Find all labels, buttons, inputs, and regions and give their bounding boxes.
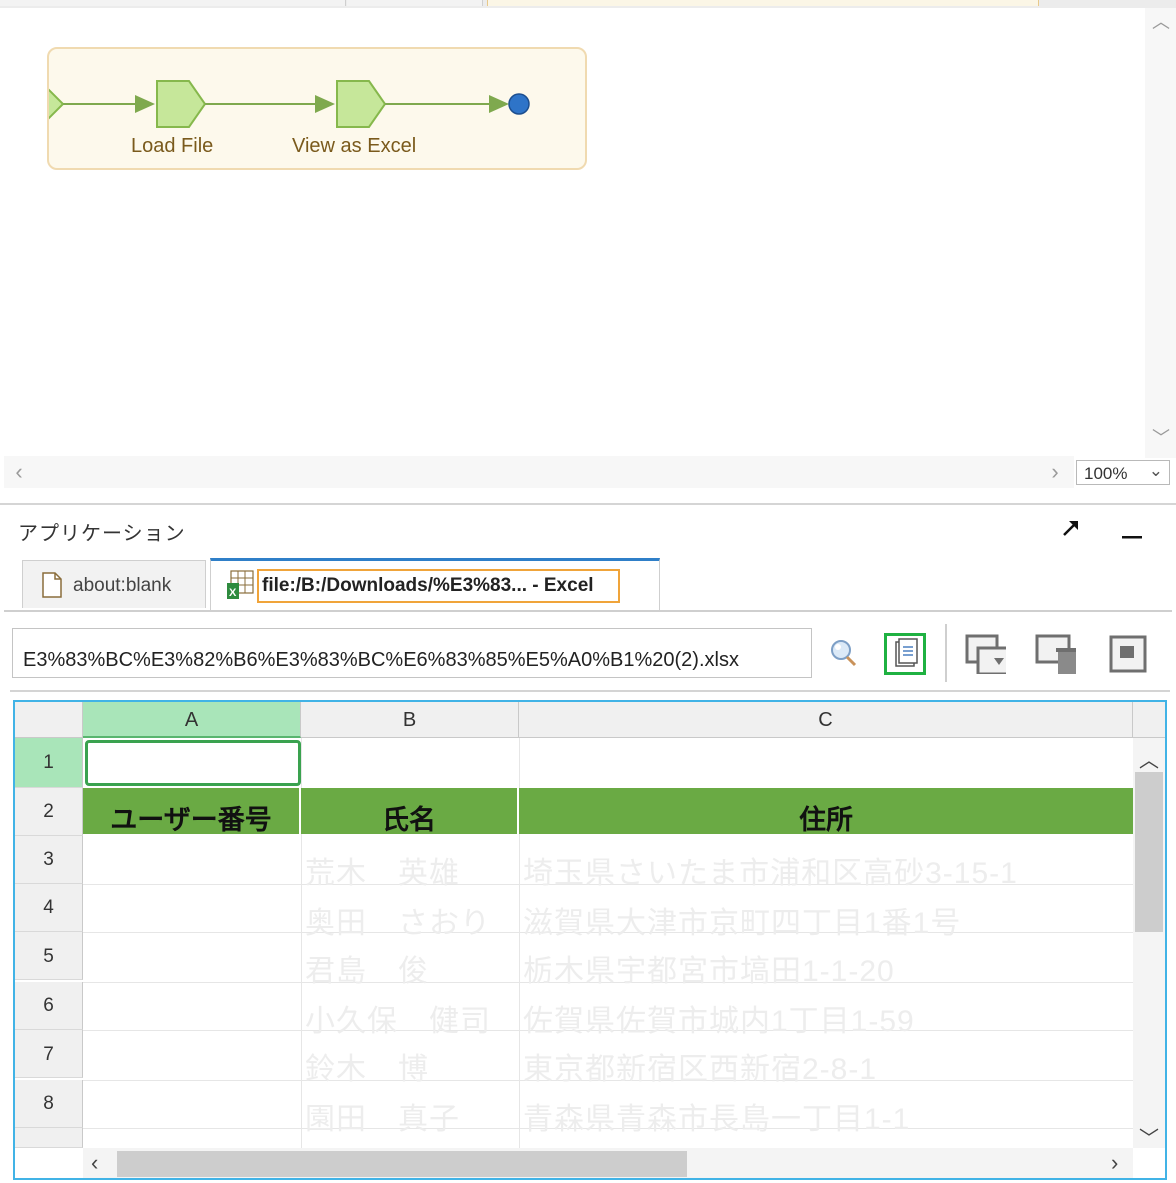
chevron-left-icon[interactable]: ‹: [8, 460, 30, 484]
zoom-value: 100%: [1084, 464, 1128, 483]
header-cell-address[interactable]: 住所: [519, 800, 1133, 834]
row-header-1[interactable]: 1: [15, 738, 83, 788]
column-header-b[interactable]: B: [301, 702, 519, 738]
cell-name-row6[interactable]: 小久保 健司: [305, 996, 491, 1040]
canvas-vertical-scrollbar[interactable]: ︿ ﹀: [1145, 8, 1176, 458]
scroll-thumb[interactable]: [117, 1151, 687, 1177]
delete-window-icon[interactable]: [1034, 632, 1076, 674]
cell-address-row6[interactable]: 佐賀県佐賀市城内1丁目1-59: [523, 996, 915, 1040]
top-tab-active[interactable]: [487, 0, 1039, 6]
row-header-3[interactable]: 3: [15, 836, 83, 884]
svg-text:X: X: [229, 587, 237, 599]
tab-excel-file[interactable]: X file:/B:/Downloads/%E3%83... - Excel: [210, 558, 660, 610]
tab-about-blank[interactable]: about:blank: [22, 560, 206, 608]
column-header-a[interactable]: A: [83, 702, 301, 738]
flow-arrowhead: [315, 95, 335, 113]
cell-name-row5[interactable]: 君島 俊: [305, 946, 429, 990]
flow-entry-marker[interactable]: [49, 86, 65, 122]
excel-file-icon: X: [227, 570, 254, 599]
file-path-input[interactable]: [12, 628, 812, 678]
cell-name-row4[interactable]: 奥田 さおり: [305, 898, 491, 942]
canvas-horizontal-scrollbar[interactable]: ‹ ›: [4, 456, 1074, 488]
select-all-corner[interactable]: [15, 702, 83, 738]
flow-node-view-as-excel[interactable]: [336, 80, 387, 128]
flow-node-load-file[interactable]: [156, 80, 207, 128]
flow-node-label: Load File: [131, 135, 214, 157]
table-header-row: ユーザー番号 氏名 住所: [83, 788, 1133, 834]
cell-name-row3[interactable]: 荒木 英雄: [305, 848, 460, 892]
application-tabs: about:blank X file:/B:/Downloads/%E3%83.…: [4, 556, 1176, 612]
cell-name-row7[interactable]: 鈴木 博: [305, 1044, 429, 1088]
top-tab-strip: [0, 0, 1176, 8]
column-header-c[interactable]: C: [519, 702, 1133, 738]
chevron-left-icon[interactable]: ‹: [91, 1150, 98, 1176]
row-header-2[interactable]: 2: [15, 788, 83, 836]
cell-address-row5[interactable]: 栃木県宇都宮市塙田1-1-20: [523, 946, 895, 990]
row-header-7[interactable]: 7: [15, 1030, 83, 1078]
pop-out-icon[interactable]: [1060, 518, 1080, 538]
preview-icon[interactable]: [1108, 634, 1150, 676]
tab-label: about:blank: [73, 575, 172, 596]
header-cell-user-id[interactable]: ユーザー番号: [83, 800, 299, 834]
toolbar-bottom-border: [10, 690, 1170, 692]
row-header-6[interactable]: 6: [15, 982, 83, 1030]
panel-title: アプリケーション: [18, 523, 186, 545]
cell-address-row7[interactable]: 東京都新宿区西新宿2-8-1: [523, 1044, 877, 1088]
sheet-horizontal-scrollbar[interactable]: ‹ ›: [83, 1148, 1133, 1178]
chevron-up-icon[interactable]: ︿: [1151, 12, 1171, 32]
tab-label: file:/B:/Downloads/%E3%83... - Excel: [257, 569, 620, 603]
zoom-select[interactable]: 100% ⌄: [1076, 460, 1170, 485]
minimize-icon[interactable]: [1120, 518, 1144, 542]
panel-divider[interactable]: [0, 503, 1176, 505]
sheet-vertical-scrollbar[interactable]: ︿ ﹀: [1133, 738, 1165, 1151]
chevron-down-icon: ⌄: [1148, 461, 1163, 480]
capture-icon: [895, 638, 918, 667]
cell-name-row8[interactable]: 園田 真子: [305, 1094, 460, 1138]
row-header-partial: [15, 1128, 83, 1148]
row-header-4[interactable]: 4: [15, 884, 83, 932]
row-header-8[interactable]: 8: [15, 1080, 83, 1128]
flow-container[interactable]: Load File View as Excel: [47, 47, 587, 170]
row-header-5[interactable]: 5: [15, 932, 83, 980]
column-header-spacer: [1133, 702, 1165, 738]
cell-address-row4[interactable]: 滋賀県大津市京町四丁目1番1号: [523, 898, 961, 942]
chevron-down-icon[interactable]: ﹀: [1137, 1122, 1161, 1151]
scroll-thumb[interactable]: [1135, 772, 1163, 932]
spreadsheet-view[interactable]: A B C 1 2 3 4 5 6 7 8 ユーザー番号 氏名 住所 荒木 英雄…: [13, 700, 1167, 1180]
cell-address-row8[interactable]: 青森県青森市長島一丁目1-1: [523, 1094, 910, 1138]
cell-address-row3[interactable]: 埼玉県さいたま市浦和区高砂3-15-1: [523, 848, 1018, 892]
chevron-up-icon[interactable]: ︿: [1137, 744, 1161, 773]
header-cell-name[interactable]: 氏名: [301, 800, 517, 834]
active-cell-a1[interactable]: [85, 740, 301, 786]
chevron-right-icon[interactable]: ›: [1044, 460, 1066, 484]
flow-arrowhead: [135, 95, 155, 113]
flow-arrowhead: [489, 95, 509, 113]
toolbar-separator: [945, 624, 947, 682]
inspect-icon[interactable]: [824, 632, 866, 674]
chevron-down-icon[interactable]: ﹀: [1151, 428, 1171, 448]
chevron-right-icon[interactable]: ›: [1111, 1150, 1118, 1176]
flow-node-label: View as Excel: [292, 135, 417, 157]
document-icon: [42, 572, 62, 598]
top-tab-2[interactable]: [347, 0, 483, 6]
top-tab-1[interactable]: [0, 0, 346, 6]
window-icon[interactable]: [964, 632, 1006, 674]
flow-end-node[interactable]: [508, 93, 530, 115]
capture-button[interactable]: [884, 633, 926, 675]
